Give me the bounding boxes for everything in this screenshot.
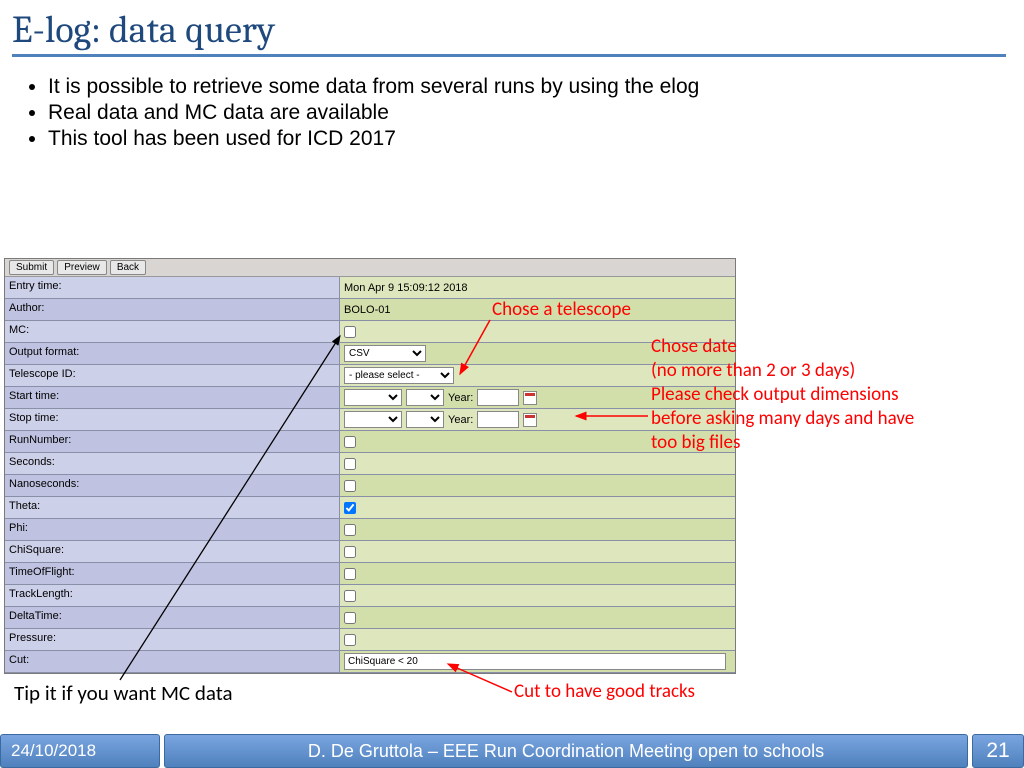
- back-button[interactable]: Back: [110, 260, 146, 275]
- phi-checkbox[interactable]: [344, 524, 356, 536]
- annot-date: Chose date (no more than 2 or 3 days) Pl…: [651, 335, 914, 455]
- annot-text: Please check output dimensions: [651, 383, 914, 407]
- author-label: Author:: [5, 299, 340, 320]
- bullet-item: This tool has been used for ICD 2017: [48, 127, 1024, 151]
- pressure-label: Pressure:: [5, 629, 340, 650]
- cut-input[interactable]: [344, 653, 726, 670]
- pressure-checkbox[interactable]: [344, 634, 356, 646]
- bullet-item: It is possible to retrieve some data fro…: [48, 75, 1024, 99]
- annot-telescope: Chose a telescope: [492, 298, 631, 321]
- annot-text: Chose date: [651, 335, 914, 359]
- nanoseconds-label: Nanoseconds:: [5, 475, 340, 496]
- stop-day-select[interactable]: [406, 411, 444, 428]
- slide-footer: 24/10/2018 D. De Gruttola – EEE Run Coor…: [0, 734, 1024, 768]
- output-format-select[interactable]: CSV: [344, 345, 426, 362]
- bullet-list: It is possible to retrieve some data fro…: [0, 57, 1024, 151]
- timeofflight-checkbox[interactable]: [344, 568, 356, 580]
- stop-year-input[interactable]: [477, 411, 519, 428]
- start-day-select[interactable]: [406, 389, 444, 406]
- mc-label: MC:: [5, 321, 340, 342]
- bullet-item: Real data and MC data are available: [48, 101, 1024, 125]
- runnumber-label: RunNumber:: [5, 431, 340, 452]
- seconds-checkbox[interactable]: [344, 458, 356, 470]
- annot-mc: Tip it if you want MC data: [14, 680, 233, 706]
- timeofflight-label: TimeOfFlight:: [5, 563, 340, 584]
- form-body: Entry time:Mon Apr 9 15:09:12 2018 Autho…: [5, 277, 735, 673]
- preview-button[interactable]: Preview: [57, 260, 107, 275]
- deltatime-label: DeltaTime:: [5, 607, 340, 628]
- start-year-input[interactable]: [477, 389, 519, 406]
- runnumber-checkbox[interactable]: [344, 436, 356, 448]
- theta-checkbox[interactable]: [344, 502, 356, 514]
- chisquare-checkbox[interactable]: [344, 546, 356, 558]
- form-toolbar: Submit Preview Back: [5, 259, 735, 277]
- footer-date: 24/10/2018: [0, 734, 160, 768]
- start-month-select[interactable]: [344, 389, 402, 406]
- tracklength-label: TrackLength:: [5, 585, 340, 606]
- seconds-label: Seconds:: [5, 453, 340, 474]
- output-format-label: Output format:: [5, 343, 340, 364]
- theta-label: Theta:: [5, 497, 340, 518]
- footer-page: 21: [972, 734, 1024, 768]
- start-time-label: Start time:: [5, 387, 340, 408]
- calendar-icon[interactable]: [523, 391, 537, 405]
- annot-cut: Cut to have good tracks: [514, 680, 695, 703]
- footer-author: D. De Gruttola – EEE Run Coordination Me…: [164, 734, 968, 768]
- stop-month-select[interactable]: [344, 411, 402, 428]
- annot-text: before asking many days and have: [651, 407, 914, 431]
- stop-time-label: Stop time:: [5, 409, 340, 430]
- chisquare-label: ChiSquare:: [5, 541, 340, 562]
- start-year-label: Year:: [448, 392, 473, 404]
- submit-button[interactable]: Submit: [9, 260, 54, 275]
- tracklength-checkbox[interactable]: [344, 590, 356, 602]
- phi-label: Phi:: [5, 519, 340, 540]
- deltatime-checkbox[interactable]: [344, 612, 356, 624]
- annot-text: too big files: [651, 431, 914, 455]
- telescope-id-label: Telescope ID:: [5, 365, 340, 386]
- entry-time-value: Mon Apr 9 15:09:12 2018: [340, 277, 735, 298]
- mc-checkbox[interactable]: [344, 326, 356, 338]
- entry-time-label: Entry time:: [5, 277, 340, 298]
- telescope-id-select[interactable]: - please select -: [344, 367, 454, 384]
- slide-title: E-log: data query: [0, 0, 1024, 54]
- stop-year-label: Year:: [448, 414, 473, 426]
- annot-text: (no more than 2 or 3 days): [651, 359, 914, 383]
- calendar-icon[interactable]: [523, 413, 537, 427]
- cut-label: Cut:: [5, 651, 340, 672]
- nanoseconds-checkbox[interactable]: [344, 480, 356, 492]
